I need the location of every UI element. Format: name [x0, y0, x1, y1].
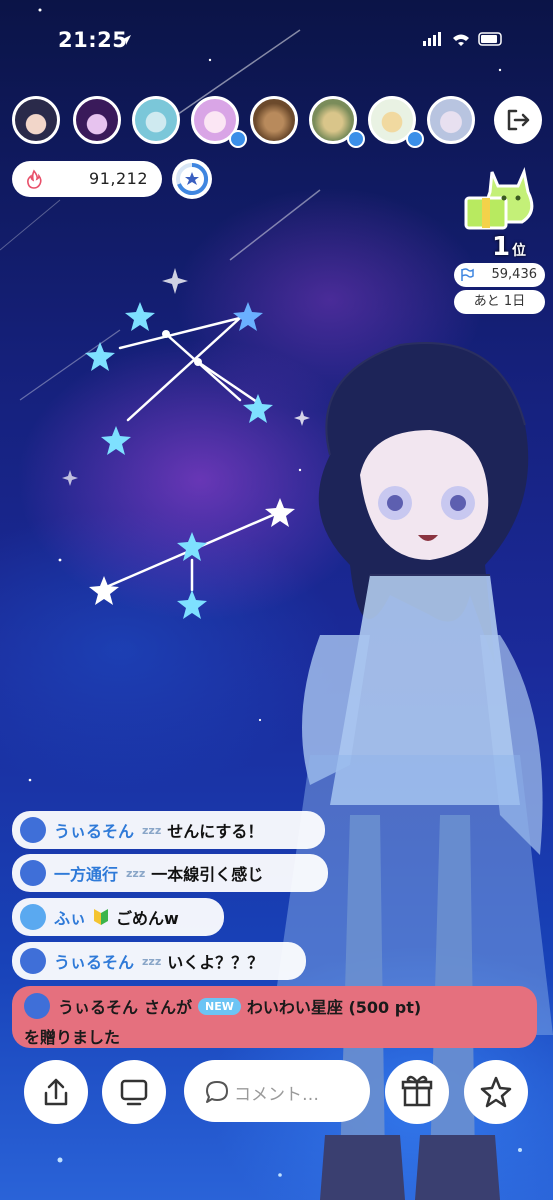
chat-username: 一方通行 [54, 865, 119, 884]
gift-post-text: を贈りました [24, 1028, 121, 1047]
chat-message[interactable]: ふぃ ごめんw [12, 898, 224, 936]
verified-badge-icon [347, 130, 365, 148]
chat-text: 一本線引く感じ [151, 865, 264, 884]
viewer-avatar-2[interactable] [73, 96, 121, 144]
points-pill[interactable]: 91,212 [12, 161, 162, 197]
chat-sleep-icon: zzz [142, 823, 162, 837]
constellation-drawing [85, 302, 295, 619]
chat-message[interactable]: うぃるそん zzz せんにする！ [12, 811, 325, 849]
chat-username: ふぃ [54, 909, 87, 928]
chat-message[interactable]: うぃるそん zzz いくよ？？？ [12, 942, 306, 980]
chat-text: ごめんw [116, 909, 179, 928]
beginner-mark-icon [94, 909, 109, 925]
speech-bubble-icon [206, 1081, 228, 1103]
favorite-button[interactable] [464, 1060, 528, 1124]
screen-button[interactable] [102, 1060, 166, 1124]
chat-text: いくよ？？？ [167, 953, 264, 972]
exit-button[interactable] [494, 96, 542, 144]
chat-username: うぃるそん [54, 822, 135, 841]
chat-sleep-icon: zzz [126, 866, 146, 880]
chat-text: せんにする！ [167, 822, 264, 841]
remaining-days: あと 1日 [454, 290, 545, 314]
flag-icon [461, 268, 474, 281]
star-icon [480, 1076, 512, 1108]
verified-badge-icon [406, 130, 424, 148]
rank-suffix: 位 [512, 243, 526, 259]
gift-button[interactable] [385, 1060, 449, 1124]
chat-sleep-icon: zzz [142, 954, 162, 968]
comment-input[interactable]: コメント… [184, 1060, 370, 1122]
chat-username: うぃるそん [54, 953, 135, 972]
share-icon [44, 1078, 68, 1106]
points-value: 91,212 [89, 169, 148, 188]
exit-icon [507, 109, 530, 131]
gift-pre-text: さんが [144, 998, 193, 1017]
star-avatar-icon [20, 860, 46, 886]
star-avatar-icon [24, 993, 50, 1019]
viewer-avatar-8[interactable] [427, 96, 475, 144]
rank-number: 1 [492, 232, 511, 262]
screen-icon [120, 1079, 148, 1106]
star-avatar-icon [20, 817, 46, 843]
comment-placeholder: コメント… [234, 1085, 319, 1105]
level-ring[interactable] [172, 159, 212, 199]
score-value: 59,436 [491, 267, 538, 282]
chat-message[interactable]: 一方通行 zzz 一本線引く感じ [12, 854, 328, 892]
verified-badge-icon [229, 130, 247, 148]
gift-icon [401, 1075, 433, 1107]
new-badge: NEW [198, 997, 241, 1015]
star-avatar-icon [20, 948, 46, 974]
star-avatar-icon [20, 904, 46, 930]
score-pill[interactable]: 59,436 [454, 263, 545, 287]
flame-icon [27, 169, 42, 189]
gift-item: わいわい星座 (500 pt) [246, 998, 422, 1017]
level-progress-icon [176, 162, 209, 195]
gift-message[interactable]: うぃるそん さんが NEW わいわい星座 (500 pt) を贈りました [12, 986, 537, 1048]
share-button[interactable] [24, 1060, 88, 1124]
viewer-avatar-1[interactable] [12, 96, 60, 144]
viewer-avatar-3[interactable] [132, 96, 180, 144]
viewer-avatar-5[interactable] [250, 96, 298, 144]
gift-sender: うぃるそん [58, 998, 139, 1017]
